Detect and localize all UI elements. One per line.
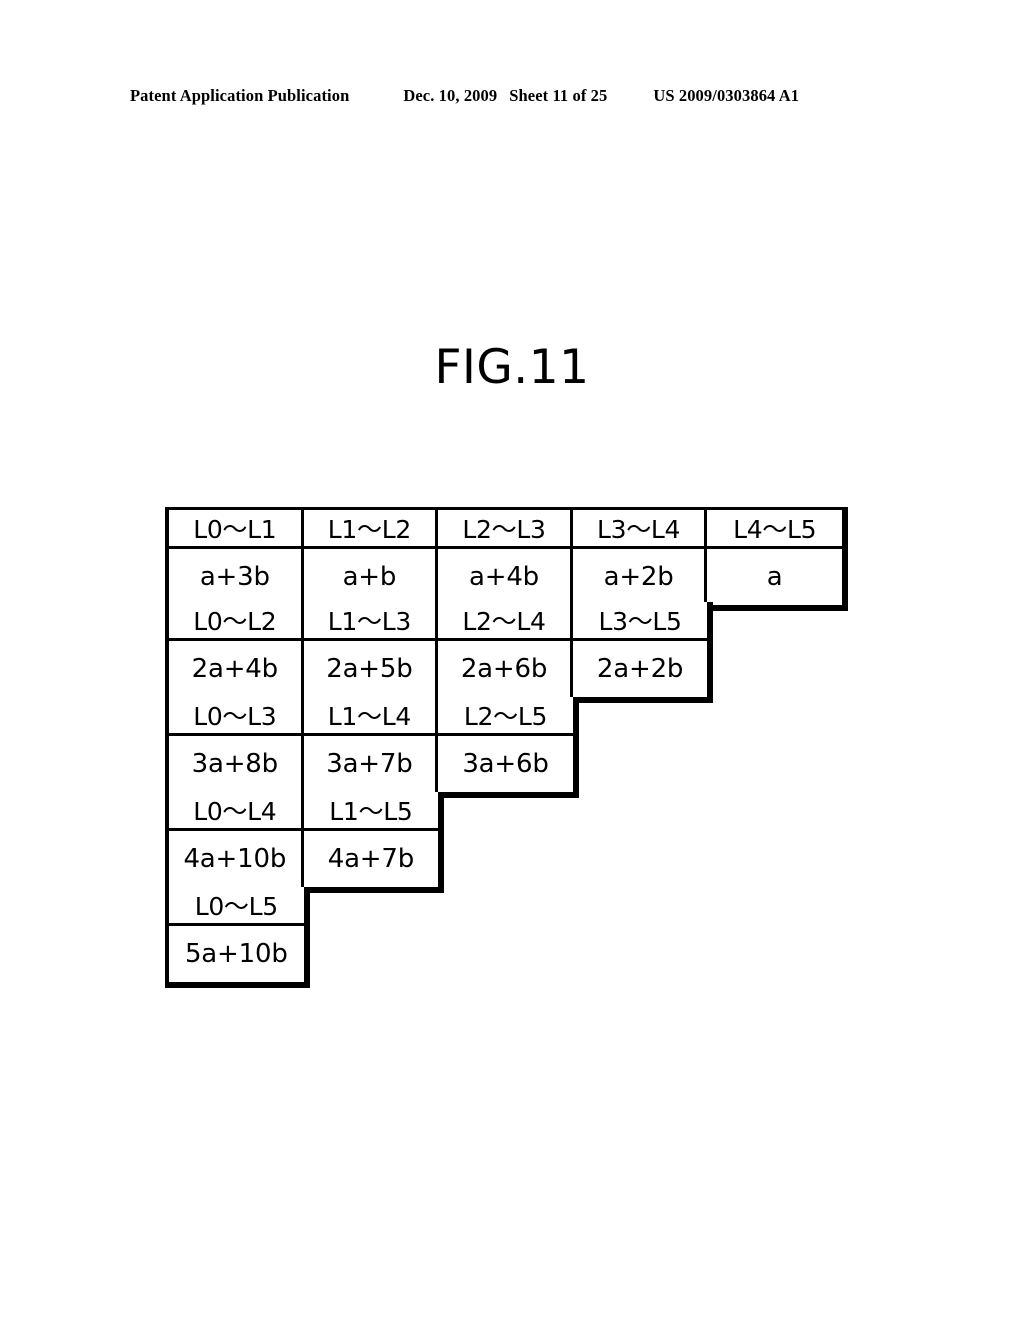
header-publication-label: Patent Application Publication <box>130 86 350 105</box>
range-label-cell: L0～L5 <box>169 887 304 926</box>
range-label-cell: L1～L4 <box>303 697 439 736</box>
range-label-cell: L0～L3 <box>169 697 304 736</box>
expression-value-cell: a+3b <box>169 549 304 605</box>
table-row-labels: L0～L4 L1～L5 <box>169 792 439 831</box>
expression-value-cell: 3a+7b <box>303 736 439 792</box>
expression-value-cell: 2a+6b <box>438 641 573 697</box>
range-label-cell: L1～L5 <box>303 792 439 831</box>
table-row-labels: L0～L3 L1～L4 L2～L5 <box>169 697 573 736</box>
expression-value-cell: 2a+5b <box>303 641 439 697</box>
table-block: L0～L5 5a+10b <box>165 887 310 988</box>
expression-value-cell: a <box>707 549 842 605</box>
range-label-cell: L1～L3 <box>303 602 439 641</box>
range-label-cell: L2～L5 <box>438 697 573 736</box>
range-label-cell: L0～L1 <box>169 510 304 549</box>
table-row-values: a+3b a+b a+4b a+2b a <box>169 549 842 605</box>
expression-value-cell: 3a+8b <box>169 736 304 792</box>
table-block-inner: L0～L1 L1～L2 L2～L3 L3～L4 L4～L5 a+3b a+b a+4b a+2b… <box>165 510 842 605</box>
table-block-inner: L0～L4 L1～L5 4a+10b 4a+7b <box>165 792 439 887</box>
page-header: Patent Application Publication Dec. 10, … <box>130 86 894 106</box>
expression-value-cell: 5a+10b <box>169 926 304 982</box>
table-block: L0～L3 L1～L4 L2～L5 3a+8b 3a+7b 3a+6b <box>165 697 579 798</box>
expression-value-cell: 3a+6b <box>438 736 573 792</box>
range-label-cell: L0～L4 <box>169 792 304 831</box>
range-label-cell: L1～L2 <box>303 510 439 549</box>
expression-value-cell: 2a+4b <box>169 641 304 697</box>
staircase-table: L0～L1 L1～L2 L2～L3 L3～L4 L4～L5 a+3b a+b a+4b a+2b… <box>165 507 848 1067</box>
range-label-cell: L3～L4 <box>572 510 708 549</box>
range-label-cell: L4～L5 <box>707 510 842 549</box>
range-label-cell: L2～L4 <box>438 602 573 641</box>
table-row-values: 3a+8b 3a+7b 3a+6b <box>169 736 573 792</box>
expression-value-cell: 4a+10b <box>169 831 304 887</box>
table-row-values: 5a+10b <box>169 926 304 982</box>
expression-value-cell: 2a+2b <box>572 641 708 697</box>
range-label-cell: L0～L2 <box>169 602 304 641</box>
expression-value-cell: a+2b <box>572 549 708 605</box>
range-label-cell: L3～L5 <box>572 602 708 641</box>
range-label-cell: L2～L3 <box>438 510 573 549</box>
expression-value-cell: a+b <box>303 549 439 605</box>
table-row-labels: L0～L1 L1～L2 L2～L3 L3～L4 L4～L5 <box>169 510 842 549</box>
figure-title: FIG.11 <box>434 340 590 395</box>
header-date-label: Dec. 10, 2009 <box>403 86 498 105</box>
table-block-inner: L0～L5 5a+10b <box>165 887 304 982</box>
expression-value-cell: a+4b <box>438 549 573 605</box>
table-block: L0～L4 L1～L5 4a+10b 4a+7b <box>165 792 445 893</box>
table-row-values: 2a+4b 2a+5b 2a+6b 2a+2b <box>169 641 708 697</box>
table-block: L0～L2 L1～L3 L2～L4 L3～L5 2a+4b 2a+5b 2a+6b 2a+2b <box>165 602 714 703</box>
table-row-labels: L0～L5 <box>169 887 304 926</box>
table-row-values: 4a+10b 4a+7b <box>169 831 439 887</box>
expression-value-cell: 4a+7b <box>303 831 439 887</box>
header-patent-number: US 2009/0303864 A1 <box>653 86 800 105</box>
table-block-inner: L0～L3 L1～L4 L2～L5 3a+8b 3a+7b 3a+6b <box>165 697 573 792</box>
header-sheet-label: Sheet 11 of 25 <box>509 86 608 105</box>
table-row-labels: L0～L2 L1～L3 L2～L4 L3～L5 <box>169 602 708 641</box>
table-block: L0～L1 L1～L2 L2～L3 L3～L4 L4～L5 a+3b a+b a+4b a+2b… <box>165 507 848 611</box>
table-block-inner: L0～L2 L1～L3 L2～L4 L3～L5 2a+4b 2a+5b 2a+6b 2a+2b <box>165 602 708 697</box>
